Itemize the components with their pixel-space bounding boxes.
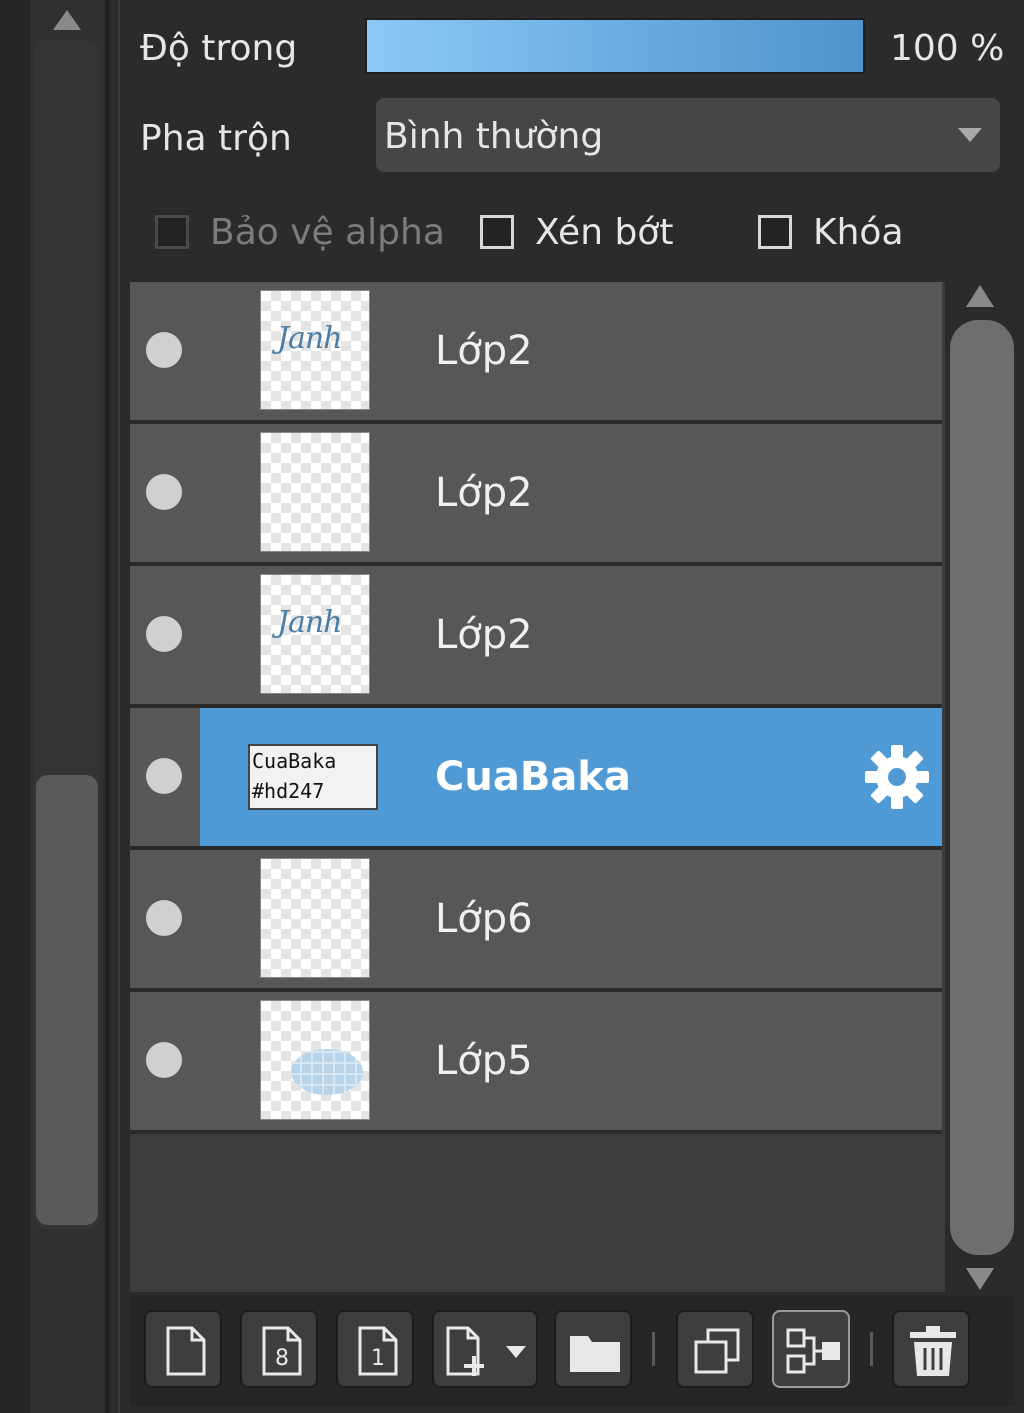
visibility-toggle-icon[interactable] xyxy=(146,900,182,936)
new-8bit-layer-button[interactable]: 8 xyxy=(240,1310,318,1388)
add-layer-dropdown-button[interactable] xyxy=(432,1310,538,1388)
thumbnail-ellipse-shape xyxy=(291,1049,363,1095)
opacity-slider-fill xyxy=(367,20,863,72)
layer-name: Lớp2 xyxy=(435,470,533,516)
lock-checkbox[interactable] xyxy=(758,215,792,249)
chevron-down-icon xyxy=(958,128,982,142)
merge-icon xyxy=(786,1328,840,1374)
new-1bit-layer-icon: 1 xyxy=(358,1326,398,1376)
layer-name: Lớp5 xyxy=(435,1038,533,1084)
layer-thumbnail xyxy=(260,1000,370,1120)
protect-alpha-checkbox[interactable] xyxy=(155,215,189,249)
layer-row[interactable]: Janh Lớp2 xyxy=(130,282,942,424)
new-layer-icon xyxy=(166,1326,206,1376)
left-scroll-thumb[interactable] xyxy=(36,775,98,1225)
scroll-down-icon[interactable] xyxy=(966,1268,994,1290)
layer-thumbnail xyxy=(260,858,370,978)
lock-label: Khóa xyxy=(813,212,904,253)
layer-row[interactable]: Lớp6 xyxy=(130,850,942,992)
layer-thumbnail: Janh xyxy=(260,290,370,410)
visibility-toggle-icon[interactable] xyxy=(146,474,182,510)
layer-toolbar: 8 1 xyxy=(130,1296,1015,1406)
svg-text:8: 8 xyxy=(275,1346,289,1371)
layer-row-selected[interactable]: CuaBaka #hd247 CuaBaka xyxy=(130,708,942,850)
clip-label: Xén bớt xyxy=(535,212,674,253)
visibility-toggle-icon[interactable] xyxy=(146,616,182,652)
svg-text:1: 1 xyxy=(371,1346,385,1371)
visibility-toggle-icon[interactable] xyxy=(146,332,182,368)
layer-name: CuaBaka xyxy=(435,754,631,800)
opacity-slider[interactable] xyxy=(365,18,865,74)
layer-thumbnail: CuaBaka #hd247 xyxy=(248,744,378,810)
left-edge-strip xyxy=(0,0,30,1413)
visibility-toggle-icon[interactable] xyxy=(146,1042,182,1078)
layer-row[interactable]: Lớp5 xyxy=(130,992,942,1134)
clip-checkbox[interactable] xyxy=(480,215,514,249)
gear-icon[interactable] xyxy=(862,742,932,812)
layer-name: Lớp2 xyxy=(435,328,533,374)
left-scroll-area xyxy=(0,0,105,1413)
merge-layer-button[interactable] xyxy=(772,1310,850,1388)
layer-row[interactable]: Janh Lớp2 xyxy=(130,566,942,708)
blend-mode-value: Bình thường xyxy=(384,116,604,157)
thumbnail-text-line: #hd247 xyxy=(252,779,325,803)
blend-mode-select[interactable]: Bình thường xyxy=(376,98,1000,172)
blend-mode-label: Pha trộn xyxy=(140,118,292,159)
protect-alpha-label: Bảo vệ alpha xyxy=(210,212,445,253)
folder-icon xyxy=(570,1336,620,1372)
left-scroll-up-icon[interactable] xyxy=(53,10,81,30)
toolbar-separator xyxy=(652,1332,655,1366)
thumbnail-script-text: Janh xyxy=(277,321,343,356)
thumbnail-text-line: CuaBaka xyxy=(252,749,337,773)
new-folder-button[interactable] xyxy=(554,1310,632,1388)
layer-thumbnail xyxy=(260,432,370,552)
new-layer-button[interactable] xyxy=(144,1310,222,1388)
layer-row[interactable]: Lớp2 xyxy=(130,424,942,566)
duplicate-layer-button[interactable] xyxy=(676,1310,754,1388)
duplicate-icon xyxy=(694,1328,740,1374)
layer-name: Lớp6 xyxy=(435,896,533,942)
toolbar-separator xyxy=(870,1332,873,1366)
scroll-up-icon[interactable] xyxy=(966,285,994,307)
trash-icon xyxy=(910,1326,956,1376)
delete-layer-button[interactable] xyxy=(892,1310,970,1388)
new-8bit-layer-icon: 8 xyxy=(262,1326,302,1376)
new-1bit-layer-button[interactable]: 1 xyxy=(336,1310,414,1388)
panel-divider xyxy=(105,0,109,1413)
thumbnail-script-text: Janh xyxy=(277,605,343,640)
layer-list-scrollbar[interactable] xyxy=(950,320,1014,1255)
visibility-toggle-icon[interactable] xyxy=(146,758,182,794)
opacity-label: Độ trong xyxy=(140,28,298,69)
add-layer-dropdown-icon xyxy=(446,1326,526,1376)
layer-name: Lớp2 xyxy=(435,612,533,658)
panel-inner-border xyxy=(118,0,120,1413)
opacity-value: 100 % xyxy=(890,28,1005,69)
layer-list: Janh Lớp2 Lớp2 Janh Lớp2 CuaBaka #hd247 … xyxy=(130,282,945,1292)
layer-thumbnail: Janh xyxy=(260,574,370,694)
